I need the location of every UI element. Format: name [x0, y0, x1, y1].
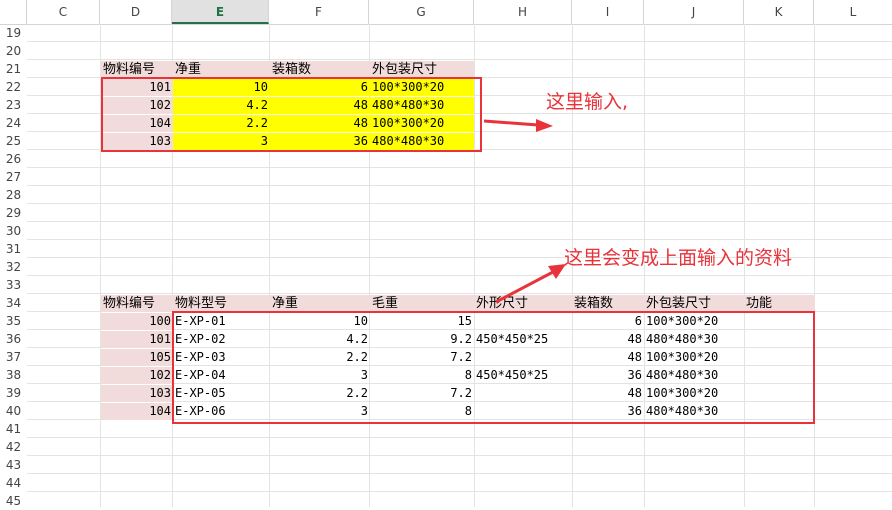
annotation-arrows [483, 119, 566, 304]
arrow-up-right-icon [495, 264, 566, 304]
arrow-right-icon [483, 119, 553, 132]
